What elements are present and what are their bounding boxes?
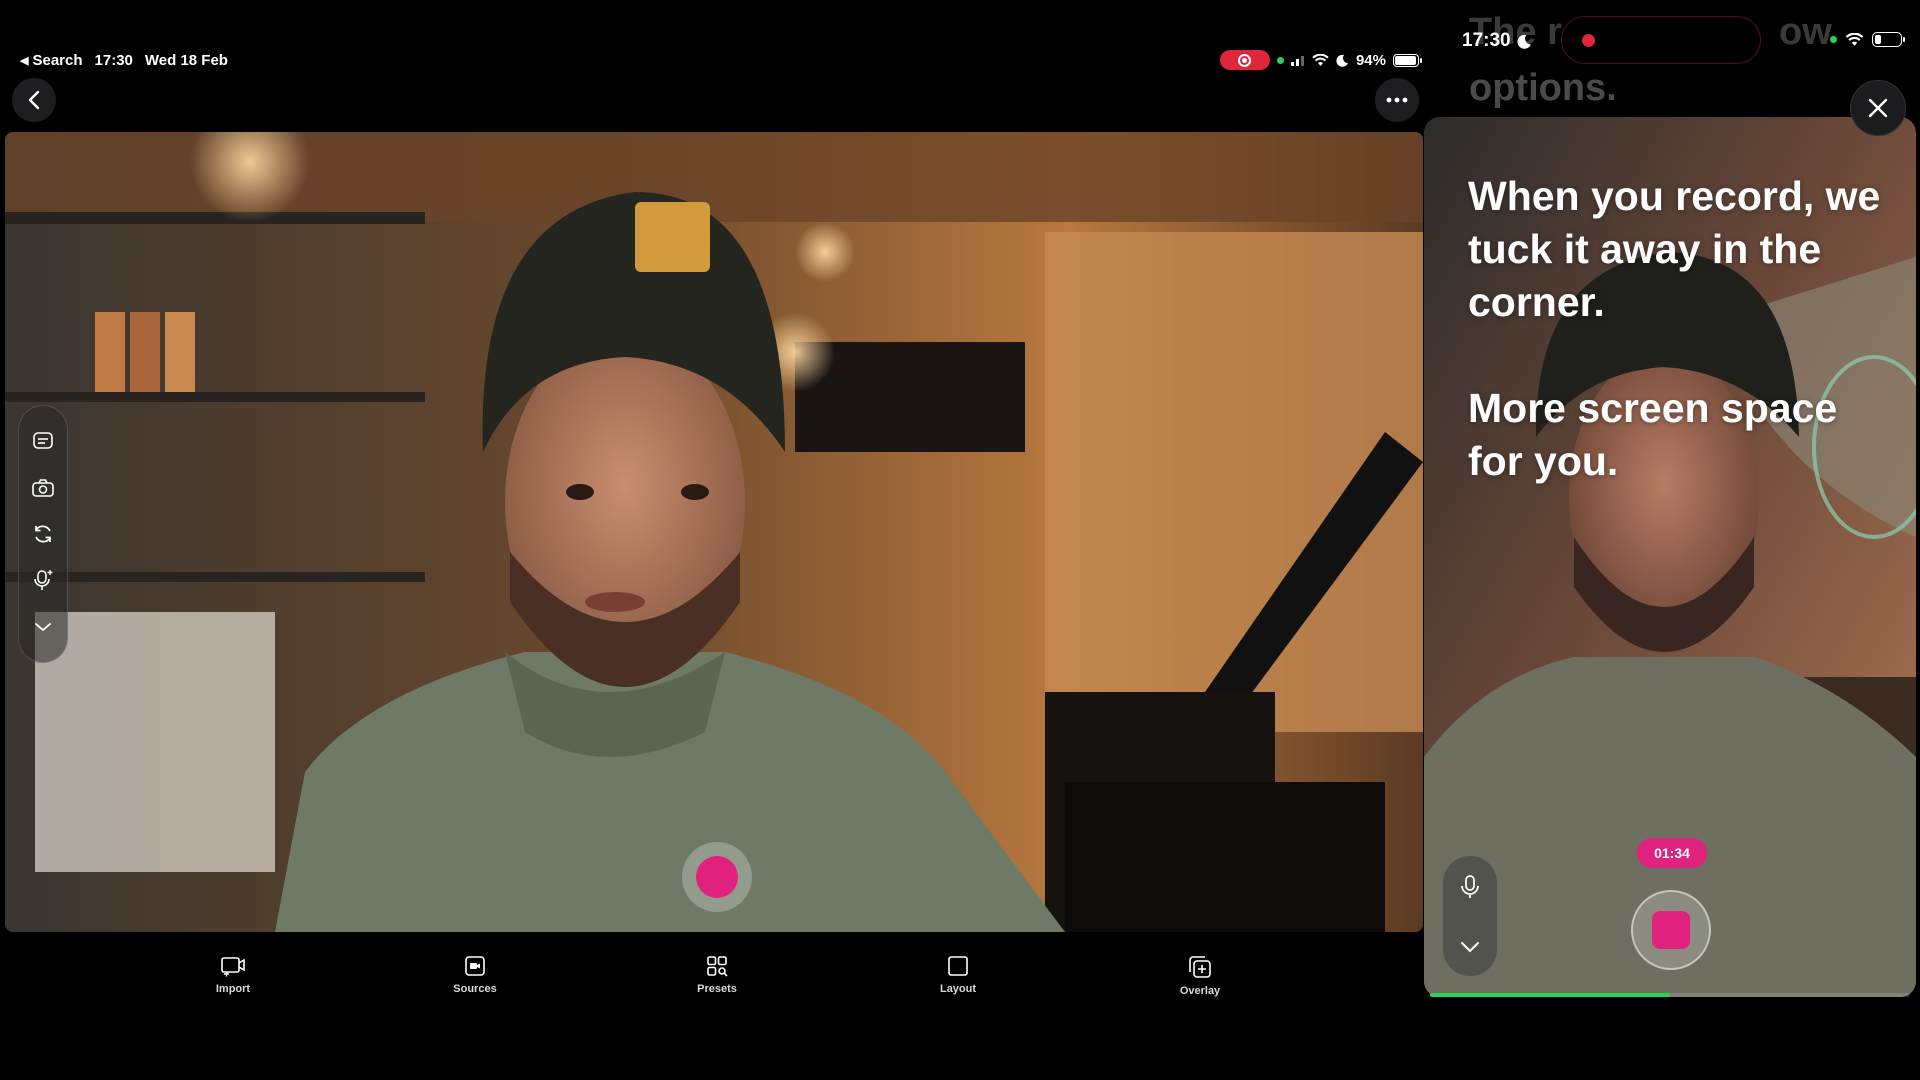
dynamic-island-recording[interactable] [1561, 16, 1761, 64]
tab-import-label: Import [215, 983, 251, 995]
back-to-app-label[interactable]: Search [32, 52, 82, 69]
tab-layout[interactable]: Layout [898, 955, 1018, 995]
onboarding-paragraph-2: More screen space for you. [1468, 385, 1838, 484]
close-button[interactable] [1850, 80, 1906, 136]
iphone-status-time: 17:30 [1462, 30, 1532, 52]
camera-in-use-dot [1830, 36, 1837, 43]
mic-settings-icon [34, 570, 53, 591]
ipad-status-indicators: 94% [1219, 50, 1422, 70]
tab-overlay-label: Overlay [1179, 985, 1221, 997]
presets-grid-icon [707, 956, 728, 977]
cellular-signal-icon [1290, 56, 1304, 66]
onboarding-progress-bar [1430, 993, 1910, 997]
ellipsis-icon [1386, 97, 1408, 103]
do-not-disturb-moon-icon [1336, 54, 1348, 67]
back-to-app-icon[interactable]: ◀ [20, 54, 28, 67]
status-time: 17:30 [94, 51, 133, 69]
ipad-status-bar: ◀ Search 17:30 Wed 18 Feb [20, 50, 228, 70]
record-button[interactable] [682, 842, 752, 912]
mini-toolbar [1442, 855, 1498, 977]
do-not-disturb-moon-icon [1517, 34, 1531, 49]
stop-recording-button[interactable] [1631, 890, 1711, 970]
iphone-status-indicators [1830, 32, 1905, 47]
ghost-line1-end: ow [1779, 11, 1832, 53]
chevron-left-icon [28, 90, 40, 110]
recording-dot-icon [1582, 33, 1595, 47]
bottom-tab-bar: Import Sources Presets Layout Overlay [0, 955, 1425, 1015]
microphone-icon [1461, 874, 1479, 898]
tab-overlay[interactable]: Overlay [1140, 955, 1260, 997]
tab-sources-label: Sources [453, 983, 497, 995]
wifi-icon [1845, 32, 1864, 46]
screen-recording-indicator[interactable] [1219, 50, 1270, 70]
collapse-toolbar-tool[interactable] [26, 610, 60, 644]
ipad-screen: ◀ Search 17:30 Wed 18 Feb 94% Import Sou… [0, 0, 1425, 1080]
tab-presets-label: Presets [697, 983, 737, 995]
snapshot-tool[interactable] [26, 471, 60, 505]
onboarding-paragraph-1: When you record, we tuck it away in the … [1468, 173, 1881, 325]
mic-settings-tool[interactable] [26, 563, 60, 597]
import-video-icon [221, 957, 245, 977]
tab-layout-label: Layout [939, 983, 977, 995]
status-date: Wed 18 Feb [144, 51, 228, 69]
progress-fill [1430, 993, 1670, 997]
battery-icon [1393, 53, 1422, 67]
collapse-chevron-icon [35, 622, 51, 631]
sources-camera-icon [465, 956, 485, 976]
tab-sources[interactable]: Sources [415, 955, 535, 995]
ghost-line2: options. [1469, 67, 1617, 109]
chevron-down-icon [1461, 942, 1479, 953]
mic-tool[interactable] [1460, 874, 1480, 905]
flip-camera-icon [35, 525, 51, 543]
snapshot-camera-icon [32, 478, 54, 497]
stop-square-icon [1652, 911, 1690, 949]
caption-icon [33, 432, 53, 449]
battery-percentage: 94% [1355, 51, 1386, 69]
captions-tool[interactable] [26, 424, 60, 458]
flip-camera-tool[interactable] [26, 517, 60, 551]
recording-timer: 01:34 [1637, 838, 1707, 868]
record-dot-icon [696, 856, 738, 898]
back-button[interactable] [12, 78, 56, 122]
iphone-time-text: 17:30 [1462, 30, 1511, 51]
camera-in-use-dot [1276, 56, 1284, 64]
overlay-add-icon [1189, 956, 1211, 978]
camera-tools-toolbar [18, 405, 68, 663]
close-icon [1868, 98, 1888, 118]
wifi-icon [1312, 53, 1329, 66]
layout-square-icon [948, 956, 968, 976]
iphone-screen: The r ow options. 17:30 When you record,… [1424, 0, 1920, 1080]
battery-icon [1872, 32, 1905, 47]
more-options-button[interactable] [1375, 78, 1419, 122]
camera-feed-image [5, 132, 1423, 932]
tab-presets[interactable]: Presets [657, 955, 777, 995]
collapse-tool[interactable] [1460, 940, 1480, 958]
tab-import[interactable]: Import [173, 955, 293, 995]
onboarding-message: When you record, we tuck it away in the … [1468, 170, 1888, 488]
camera-preview[interactable] [5, 132, 1423, 932]
